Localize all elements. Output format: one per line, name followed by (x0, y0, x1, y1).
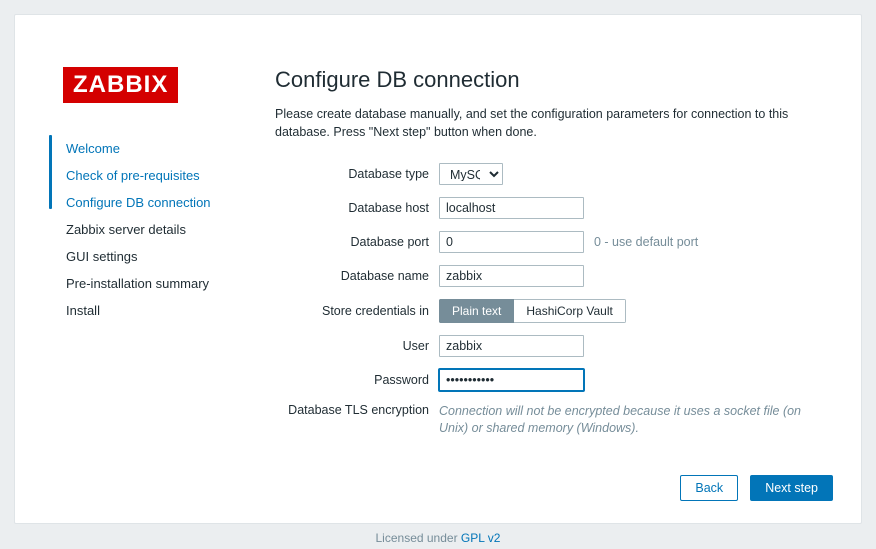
db-port-input[interactable] (439, 231, 584, 253)
back-button[interactable]: Back (680, 475, 738, 501)
license-prefix: Licensed under (376, 531, 461, 545)
label-db-name: Database name (275, 269, 439, 283)
label-db-type: Database type (275, 167, 439, 181)
db-user-input[interactable] (439, 335, 584, 357)
store-hashicorp-vault-button[interactable]: HashiCorp Vault (514, 299, 625, 323)
license-link[interactable]: GPL v2 (461, 531, 501, 545)
license-footer: Licensed under GPL v2 (0, 531, 876, 545)
db-port-hint: 0 - use default port (594, 235, 698, 249)
label-tls: Database TLS encryption (275, 403, 439, 417)
wizard-footer-buttons: Back Next step (680, 475, 833, 501)
step-welcome[interactable]: Welcome (49, 135, 252, 162)
step-install[interactable]: Install (49, 297, 252, 324)
intro-text: Please create database manually, and set… (275, 105, 835, 141)
db-type-select[interactable]: MySQL (439, 163, 503, 185)
tls-note: Connection will not be encrypted because… (439, 403, 819, 437)
setup-card: ZABBIX Welcome Check of pre-requisites C… (14, 14, 862, 524)
db-password-input[interactable] (439, 369, 584, 391)
label-password: Password (275, 373, 439, 387)
step-gui-settings[interactable]: GUI settings (49, 243, 252, 270)
step-server-details[interactable]: Zabbix server details (49, 216, 252, 243)
label-store: Store credentials in (275, 304, 439, 318)
page-root: ZABBIX Welcome Check of pre-requisites C… (0, 0, 876, 549)
db-host-input[interactable] (439, 197, 584, 219)
label-db-port: Database port (275, 235, 439, 249)
step-preinstall[interactable]: Pre-installation summary (49, 270, 252, 297)
store-credentials-segmented: Plain text HashiCorp Vault (439, 299, 626, 323)
setup-steps-list: Welcome Check of pre-requisites Configur… (49, 135, 252, 324)
step-db-connection[interactable]: Configure DB connection (49, 189, 252, 216)
content-area: Configure DB connection Please create da… (275, 67, 835, 449)
label-user: User (275, 339, 439, 353)
page-title: Configure DB connection (275, 67, 835, 93)
store-plain-text-button[interactable]: Plain text (439, 299, 514, 323)
next-step-button[interactable]: Next step (750, 475, 833, 501)
zabbix-logo: ZABBIX (63, 67, 178, 103)
step-prerequisites[interactable]: Check of pre-requisites (49, 162, 252, 189)
label-db-host: Database host (275, 201, 439, 215)
db-name-input[interactable] (439, 265, 584, 287)
